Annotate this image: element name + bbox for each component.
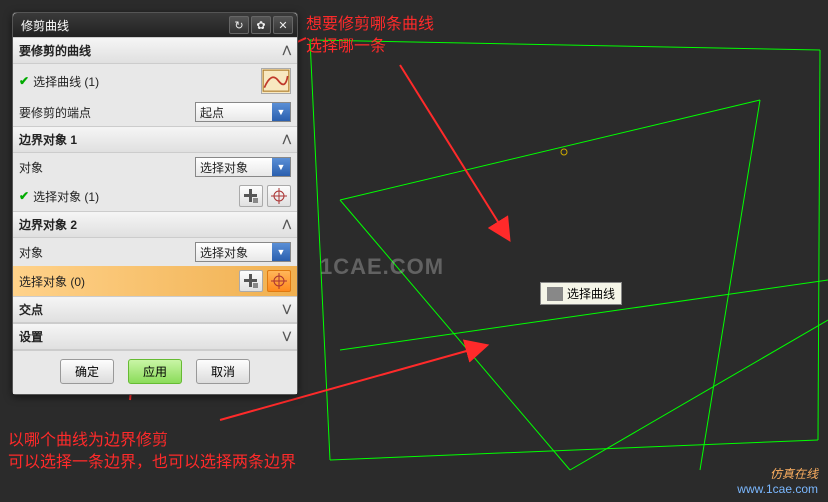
check-icon: ✔ (19, 189, 29, 203)
tooltip-icon (547, 287, 563, 301)
row-select-curve: ✔ 选择曲线 (1) (13, 64, 297, 98)
row-object-1: 对象 选择对象 ▼ (13, 153, 297, 181)
section-settings[interactable]: 设置 ⋁ (13, 323, 297, 350)
chevron-down-icon: ▼ (272, 103, 290, 121)
watermark: 1CAE.COM (320, 254, 444, 280)
row-select-object-1: ✔ 选择对象 (1) (13, 181, 297, 211)
dialog-title: 修剪曲线 (21, 17, 227, 34)
object1-select[interactable]: 选择对象 ▼ (195, 157, 291, 177)
dialog-titlebar[interactable]: 修剪曲线 ↻ ✿ ✕ (13, 13, 297, 37)
pick-point-icon[interactable] (267, 185, 291, 207)
trim-curve-dialog: 修剪曲线 ↻ ✿ ✕ 要修剪的曲线 ⋀ ✔ 选择曲线 (1) 要修剪的端点 起点… (12, 12, 298, 395)
add-selection-icon[interactable] (239, 185, 263, 207)
cancel-button[interactable]: 取消 (196, 359, 250, 384)
check-icon: ✔ (19, 74, 29, 88)
undo-icon[interactable]: ↻ (229, 16, 249, 34)
tooltip-text: 选择曲线 (567, 285, 615, 302)
row-trim-end: 要修剪的端点 起点 ▼ (13, 98, 297, 126)
chevron-down-icon[interactable]: ⋁ (283, 331, 291, 342)
site-watermark: 仿真在线 www.1cae.com (737, 465, 818, 496)
pick-point-icon[interactable] (267, 270, 291, 292)
chevron-down-icon: ▼ (272, 243, 290, 261)
chevron-up-icon[interactable]: ⋀ (283, 45, 291, 56)
annotation-bottom: 以哪个曲线为边界修剪 可以选择一条边界，也可以选择两条边界 (8, 430, 296, 474)
row-select-object-2: 选择对象 (0) (13, 266, 297, 296)
section-boundary-1[interactable]: 边界对象 1 ⋀ (13, 126, 297, 153)
chevron-down-icon: ▼ (272, 158, 290, 176)
close-icon[interactable]: ✕ (273, 16, 293, 34)
chevron-up-icon[interactable]: ⋀ (283, 219, 291, 230)
annotation-top: 想要修剪哪条曲线 选择哪一条 (306, 14, 434, 58)
curve-type-icon[interactable] (261, 68, 291, 94)
dialog-buttons: 确定 应用 取消 (13, 350, 297, 394)
section-intersection[interactable]: 交点 ⋁ (13, 296, 297, 323)
ok-button[interactable]: 确定 (60, 359, 114, 384)
apply-button[interactable]: 应用 (128, 359, 182, 384)
object2-select[interactable]: 选择对象 ▼ (195, 242, 291, 262)
settings-icon[interactable]: ✿ (251, 16, 271, 34)
chevron-down-icon[interactable]: ⋁ (283, 304, 291, 315)
trim-end-select[interactable]: 起点 ▼ (195, 102, 291, 122)
chevron-up-icon[interactable]: ⋀ (283, 134, 291, 145)
cursor-tooltip: 选择曲线 (540, 282, 622, 305)
section-curve-to-trim[interactable]: 要修剪的曲线 ⋀ (13, 37, 297, 64)
row-object-2: 对象 选择对象 ▼ (13, 238, 297, 266)
section-boundary-2[interactable]: 边界对象 2 ⋀ (13, 211, 297, 238)
dialog-body: 要修剪的曲线 ⋀ ✔ 选择曲线 (1) 要修剪的端点 起点 ▼ 边界对象 1 ⋀… (13, 37, 297, 394)
add-selection-icon[interactable] (239, 270, 263, 292)
